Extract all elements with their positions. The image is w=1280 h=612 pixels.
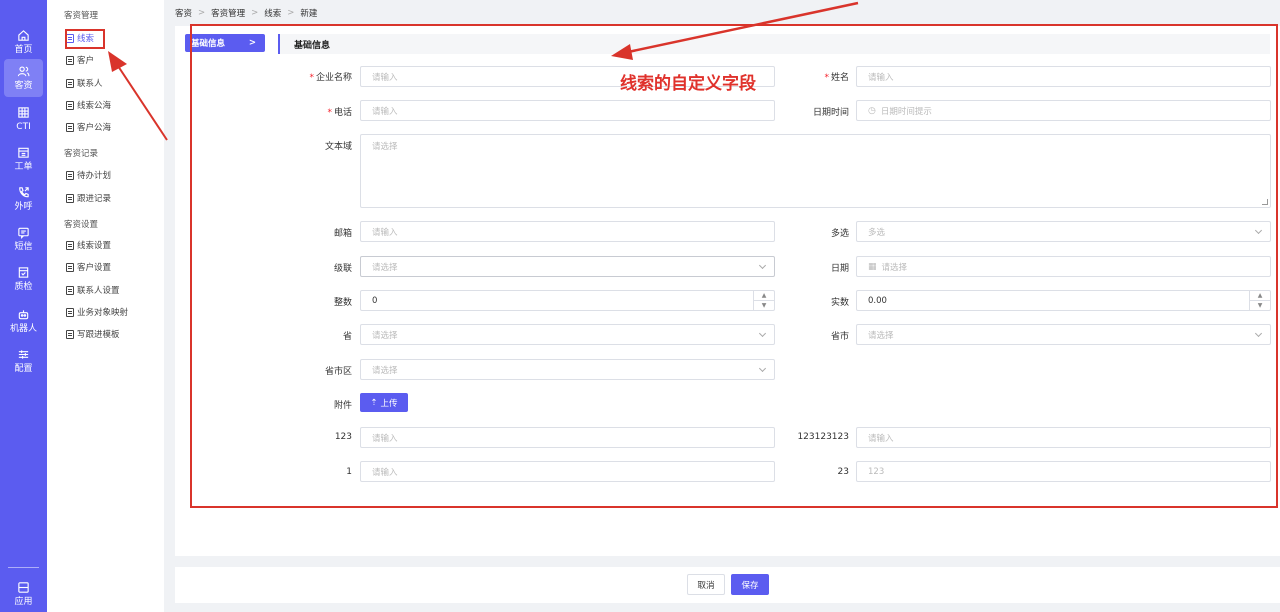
breadcrumb-item[interactable]: 线索	[264, 7, 281, 19]
breadcrumb-separator: >	[251, 8, 259, 18]
annotation-label: 线索的自定义字段	[620, 74, 756, 94]
menu-item-object-mapping[interactable]: 业务对象映射	[66, 304, 128, 320]
menu-item-lead-settings[interactable]: 线索设置	[66, 237, 111, 253]
rail-item-home[interactable]: 首页	[0, 23, 47, 61]
rail-item-apps[interactable]: 应用	[0, 575, 47, 612]
document-icon	[66, 170, 74, 180]
document-icon	[66, 78, 74, 88]
document-icon	[66, 262, 74, 272]
document-icon	[66, 329, 74, 339]
menu-item-customer-settings[interactable]: 客户设置	[66, 259, 111, 275]
sub-menu: 客资管理 线索 客户 联系人 线索公海 客户公海 客资记录 待办计划 跟进记录 …	[47, 0, 164, 612]
rail-item-config[interactable]: 配置	[0, 342, 47, 380]
menu-group-title: 客资管理	[64, 11, 99, 21]
rail-item-tickets[interactable]: 工单	[0, 140, 47, 178]
sliders-icon	[18, 350, 29, 359]
clipboard-icon	[18, 267, 29, 278]
robot-icon	[18, 310, 29, 320]
annotation-box-leads	[65, 29, 105, 49]
breadcrumb-separator: >	[287, 8, 295, 18]
document-icon	[66, 240, 74, 250]
rail-item-outbound[interactable]: 外呼	[0, 180, 47, 218]
rail-item-sms[interactable]: 短信	[0, 220, 47, 258]
menu-group-title: 客资设置	[64, 220, 99, 230]
app-icon	[18, 582, 29, 593]
menu-group-title: 客资记录	[64, 149, 99, 159]
menu-item-contacts[interactable]: 联系人	[66, 75, 103, 91]
calendar-icon	[18, 147, 29, 158]
icon-rail: 首页 客资 CTI 工单 外呼 短信 质检 机器人 配置 应用	[0, 0, 47, 612]
rail-divider	[8, 567, 39, 568]
breadcrumb-item[interactable]: 客资管理	[211, 7, 245, 19]
users-icon	[17, 66, 30, 77]
save-button[interactable]: 保存	[731, 574, 769, 595]
message-icon	[18, 227, 29, 239]
document-icon	[66, 307, 74, 317]
document-icon	[66, 285, 74, 295]
annotation-box-custom-fields	[190, 24, 1278, 508]
phone-icon	[19, 187, 29, 198]
rail-item-qa[interactable]: 质检	[0, 260, 47, 298]
document-icon	[66, 55, 74, 65]
menu-item-customers[interactable]: 客户	[66, 52, 94, 68]
rail-item-robot[interactable]: 机器人	[0, 302, 47, 340]
document-icon	[66, 100, 74, 110]
breadcrumb-item[interactable]: 客资	[175, 7, 192, 19]
menu-item-followup-records[interactable]: 跟进记录	[66, 190, 111, 206]
footer-bar: 取消 保存	[175, 567, 1280, 603]
breadcrumb-current: 新建	[300, 9, 318, 19]
document-icon	[66, 122, 74, 132]
breadcrumb-separator: >	[198, 8, 206, 18]
menu-item-followup-template[interactable]: 写跟进模板	[66, 326, 120, 342]
menu-item-contact-settings[interactable]: 联系人设置	[66, 282, 120, 298]
cancel-button[interactable]: 取消	[687, 574, 725, 595]
grid-icon	[18, 107, 29, 118]
home-icon	[18, 30, 29, 41]
rail-item-cti[interactable]: CTI	[0, 100, 47, 138]
rail-item-customers[interactable]: 客资	[4, 59, 43, 97]
menu-item-customer-pool[interactable]: 客户公海	[66, 119, 111, 135]
menu-item-lead-pool[interactable]: 线索公海	[66, 97, 111, 113]
menu-item-todo-plan[interactable]: 待办计划	[66, 167, 111, 183]
breadcrumb: 客资 > 客资管理 > 线索 > 新建	[175, 7, 317, 19]
document-icon	[66, 193, 74, 203]
